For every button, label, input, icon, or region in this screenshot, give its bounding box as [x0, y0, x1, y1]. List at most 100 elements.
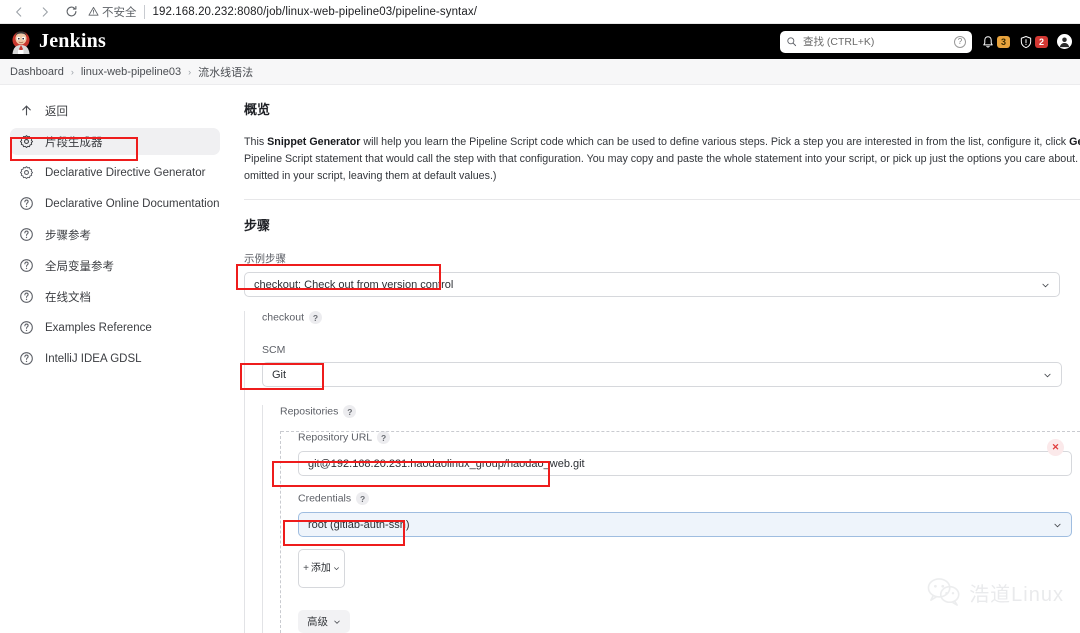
steps-title: 步骤	[244, 218, 271, 233]
intro-text-3: Pipeline Script statement that would cal…	[244, 153, 1080, 165]
credentials-help-icon[interactable]: ?	[356, 492, 370, 505]
browser-forward-button[interactable]	[32, 1, 58, 23]
bell-icon	[983, 35, 993, 47]
gear-icon	[19, 135, 34, 149]
sidebar-item-intellij-idea-gdsl[interactable]: IntelliJ IDEA GDSL	[10, 345, 220, 372]
browser-address-bar[interactable]: 不安全 192.168.20.232:8080/job/linux-web-pi…	[88, 2, 1074, 22]
delete-repository-button[interactable]: ✕	[1047, 439, 1064, 456]
sidebar-item-label: 全局变量参考	[45, 260, 114, 273]
sidebar-item-label: 在线文档	[45, 291, 91, 304]
address-url-text: 192.168.20.232:8080/job/linux-web-pipeli…	[152, 5, 477, 18]
sidebar-item-snippet-generator[interactable]: 片段生成器	[10, 128, 220, 155]
repository-url-value: git@192.168.20.231:haodaolinux_group/hao…	[308, 457, 585, 470]
intro-text-4: omitted in your script, leaving them at …	[244, 170, 497, 182]
breadcrumb: Dashboard › linux-web-pipeline03 › 流水线语法	[0, 59, 1080, 85]
credentials-label: Credentials	[298, 492, 352, 505]
intro-bold-1: Snippet Generator	[267, 136, 361, 148]
repository-url-help-icon[interactable]: ?	[377, 431, 391, 444]
repository-url-label: Repository URL	[298, 431, 373, 444]
search-help-icon[interactable]: ?	[953, 35, 966, 48]
sidebar-item-label: 返回	[45, 105, 68, 118]
checkout-label-row: checkout?	[262, 311, 1080, 324]
jenkins-butler-icon	[12, 31, 30, 54]
notifications-badge: 3	[996, 35, 1010, 48]
repositories-block: Repositories? Repository URL? ✕ git@192.…	[262, 405, 1080, 633]
sample-step-value: checkout: Check out from version control	[254, 278, 454, 291]
advanced-button-label: 高级	[307, 616, 328, 628]
browser-back-button[interactable]	[6, 1, 32, 23]
breadcrumb-item-pipeline-syntax[interactable]: 流水线语法	[198, 64, 253, 80]
notifications-button[interactable]: 3	[981, 35, 1010, 49]
shield-icon	[1020, 35, 1032, 48]
sidebar-item-examples-reference[interactable]: Examples Reference	[10, 314, 220, 341]
question-circle-icon	[20, 228, 33, 241]
repository-url-label-row: Repository URL?	[298, 431, 1080, 444]
sample-step-label: 示例步骤	[244, 253, 286, 265]
browser-reload-button[interactable]	[58, 1, 84, 23]
arrow-left-icon	[16, 6, 22, 17]
intro-text-2: will help you learn the Pipeline Script …	[360, 136, 1070, 148]
page-title: 概览	[244, 102, 271, 117]
sidebar-item-online-documentation[interactable]: 在线文档	[10, 283, 220, 310]
add-button-label: 添加	[310, 563, 331, 574]
sidebar-item-declarative-directive-generator[interactable]: Declarative Directive Generator	[10, 159, 220, 186]
overview-description: This Snippet Generator will help you lea…	[244, 134, 1080, 185]
sidebar-item-label: IntelliJ IDEA GDSL	[45, 352, 142, 365]
app-title: Jenkins	[39, 30, 106, 52]
sidebar-item-global-variable-reference[interactable]: 全局变量参考	[10, 252, 220, 279]
arrow-up-icon	[22, 105, 31, 116]
advanced-button[interactable]: 高级	[298, 610, 350, 633]
credentials-value: root (gitlab-auth-ssh)	[308, 518, 410, 531]
sidebar-item-step-reference[interactable]: 步骤参考	[10, 221, 220, 248]
question-circle-icon	[20, 197, 33, 210]
sidebar-item-declarative-online-documentation[interactable]: Declarative Online Documentation	[10, 190, 220, 217]
chevron-down-icon	[1044, 373, 1051, 377]
repository-url-input[interactable]: git@192.168.20.231:haodaolinux_group/hao…	[298, 451, 1072, 476]
sidebar-item-label: Declarative Online Documentation	[45, 197, 220, 210]
chevron-down-icon	[334, 567, 339, 571]
user-avatar-icon	[1057, 34, 1072, 49]
breadcrumb-item-job[interactable]: linux-web-pipeline03	[81, 66, 181, 78]
delete-icon: ✕	[1051, 442, 1060, 452]
intro-bold-2: Generate Pipeline Sc	[1069, 136, 1080, 148]
chevron-down-icon	[1054, 523, 1061, 527]
sample-step-select[interactable]: checkout: Check out from version control	[244, 272, 1060, 297]
search-input[interactable]: 查找 (CTRL+K) ?	[779, 30, 972, 53]
sidebar-item-label: Declarative Directive Generator	[45, 166, 206, 179]
security-warnings-button[interactable]: 2	[1019, 35, 1048, 49]
credentials-select[interactable]: root (gitlab-auth-ssh)	[298, 512, 1072, 537]
repositories-label: Repositories	[280, 405, 339, 418]
checkout-help-icon[interactable]: ?	[309, 311, 323, 324]
repository-entry-top-border	[281, 431, 1080, 432]
sidebar-item-label: Examples Reference	[45, 321, 152, 334]
jenkins-home-link[interactable]: Jenkins	[10, 30, 106, 54]
page-body: 返回 片段生成器 Declarative Directive Generator	[0, 85, 1080, 633]
scm-select[interactable]: Git	[262, 362, 1062, 387]
user-avatar[interactable]	[1057, 34, 1072, 49]
scm-value: Git	[272, 368, 287, 381]
sidebar-item-label: 步骤参考	[45, 229, 91, 242]
question-circle-icon	[20, 321, 33, 334]
reload-icon	[66, 5, 76, 17]
security-indicator[interactable]: 不安全	[88, 4, 144, 20]
breadcrumb-separator: ›	[188, 66, 192, 77]
security-warnings-badge: 2	[1034, 35, 1048, 48]
gear-icon	[19, 166, 34, 180]
question-circle-icon	[20, 352, 33, 365]
search-icon	[787, 37, 797, 47]
add-credentials-button[interactable]: + 添加	[298, 549, 345, 588]
warning-triangle-icon	[88, 6, 99, 16]
sidebar-item-label: 片段生成器	[45, 136, 103, 149]
browser-toolbar: 不安全 192.168.20.232:8080/job/linux-web-pi…	[0, 0, 1080, 24]
section-divider	[244, 199, 1080, 200]
breadcrumb-item-dashboard[interactable]: Dashboard	[10, 66, 64, 78]
address-divider	[143, 4, 145, 19]
repository-entry: Repository URL? ✕ git@192.168.20.231:hao…	[280, 431, 1080, 633]
credentials-label-row: Credentials?	[298, 492, 1080, 505]
chevron-down-icon	[334, 620, 340, 624]
repositories-help-icon[interactable]: ?	[343, 405, 357, 418]
chevron-down-icon	[1042, 283, 1049, 287]
scm-label: SCM	[262, 344, 286, 356]
header-actions: 查找 (CTRL+K) ? 3 2	[779, 30, 1072, 53]
sidebar-item-back[interactable]: 返回	[10, 97, 220, 124]
